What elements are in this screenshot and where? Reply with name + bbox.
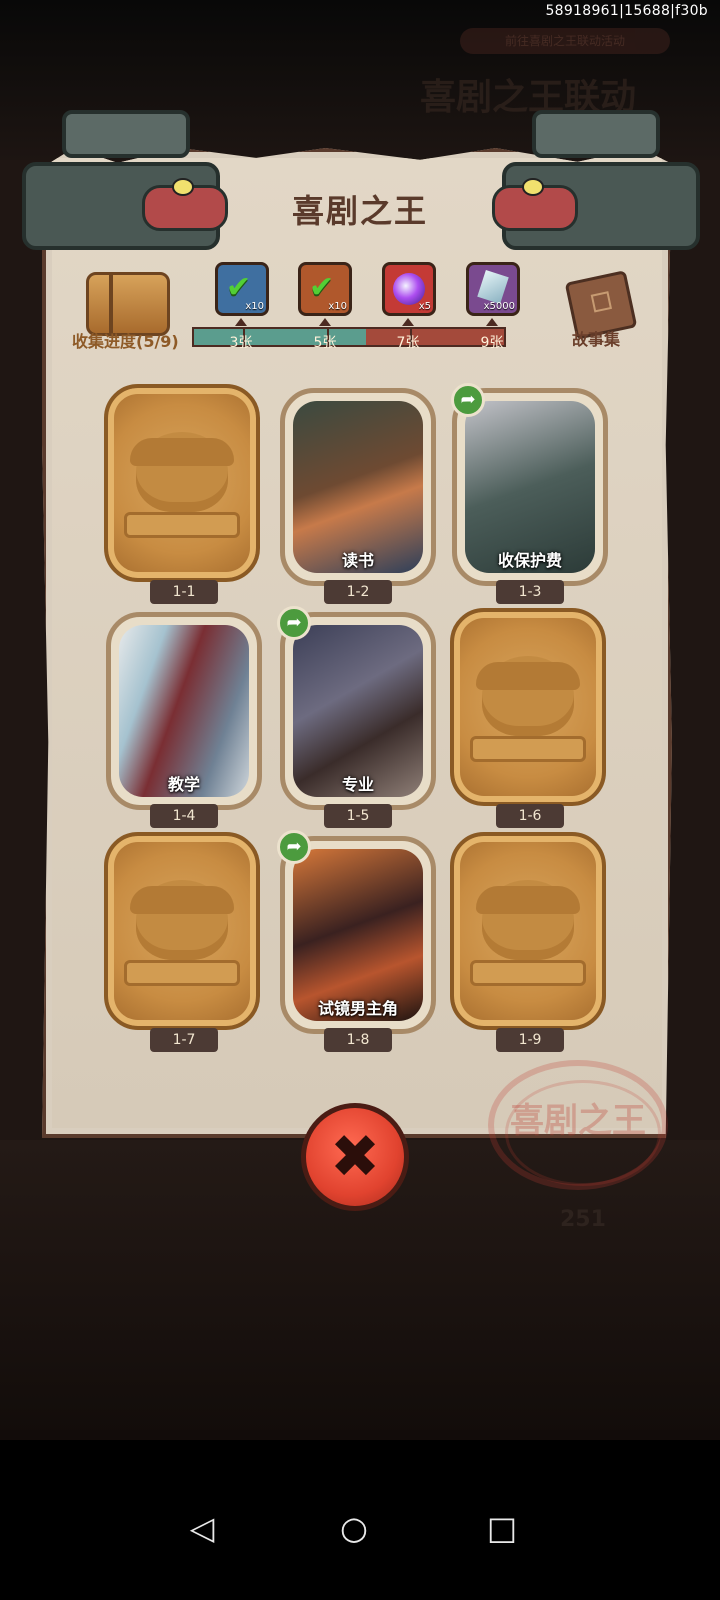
card-1-2[interactable]: 读书	[280, 388, 436, 586]
share-arrow-icon[interactable]: ➦	[277, 830, 311, 864]
collection-book-icon	[86, 272, 170, 336]
card-title: 试镜男主角	[317, 999, 398, 1018]
card-title: 读书	[341, 551, 374, 570]
locked-silhouette-icon	[476, 656, 580, 736]
card-label: 1-7	[150, 1028, 218, 1052]
locked-silhouette-icon	[130, 432, 234, 512]
story-collection-button[interactable]: 故事集	[572, 326, 620, 350]
card-banner	[124, 960, 240, 986]
card-banner	[124, 512, 240, 538]
milestone-marker	[402, 318, 414, 326]
card-1-5[interactable]: 专业	[280, 612, 436, 810]
share-arrow-icon[interactable]: ➦	[451, 383, 485, 417]
background-count: 251	[560, 1207, 606, 1232]
reward-qty: x5	[418, 301, 431, 312]
card-title: 教学	[167, 775, 200, 794]
card-1-4[interactable]: 教学	[106, 612, 262, 810]
card-1-6-locked[interactable]	[450, 608, 606, 806]
milestone-marker	[319, 318, 331, 326]
milestone-label: 7张	[396, 335, 420, 351]
card-title: 专业	[341, 775, 374, 794]
camera-right-icon	[462, 100, 700, 260]
card-label: 1-9	[496, 1028, 564, 1052]
card-1-3[interactable]: 收保护费	[452, 388, 608, 586]
claimed-check-icon: ✔	[309, 270, 335, 305]
card-label: 1-3	[496, 580, 564, 604]
card-label: 1-2	[324, 580, 392, 604]
home-icon[interactable]: ○	[334, 1508, 374, 1548]
stamp-logo: 喜剧之王	[488, 1060, 668, 1190]
locked-silhouette-icon	[476, 880, 580, 960]
progress-fill	[194, 329, 367, 345]
reward-4-crystal-gem-icon[interactable]: x5000	[466, 262, 520, 316]
card-banner	[470, 736, 586, 762]
card-label: 1-6	[496, 804, 564, 828]
reward-qty: x5000	[483, 301, 515, 312]
status-watermark: 58918961|15688|f30b	[545, 3, 708, 19]
camera-left-icon	[22, 100, 252, 260]
share-arrow-icon[interactable]: ➦	[277, 606, 311, 640]
card-title: 收保护费	[497, 551, 562, 570]
back-icon[interactable]: ◁	[182, 1508, 222, 1548]
milestone-label: 5张	[313, 335, 337, 351]
card-1-7-locked[interactable]	[104, 832, 260, 1030]
card-1-1-locked[interactable]	[104, 384, 260, 582]
card-label: 1-5	[324, 804, 392, 828]
card-label: 1-8	[324, 1028, 392, 1052]
reward-1-ticket-card-icon[interactable]: ✔ x10	[215, 262, 269, 316]
milestone-label: 3张	[229, 335, 253, 351]
milestone-marker	[235, 318, 247, 326]
claimed-check-icon: ✔	[226, 270, 252, 305]
close-button[interactable]: ✖	[301, 1103, 409, 1211]
card-1-9-locked[interactable]	[450, 832, 606, 1030]
panel-title: 喜剧之王	[291, 192, 428, 230]
milestone-marker	[486, 318, 498, 326]
close-x-icon: ✖	[329, 1122, 381, 1192]
reward-3-magic-orb-icon[interactable]: x5	[382, 262, 436, 316]
reward-qty: x10	[328, 301, 347, 312]
background-notice: 前往喜剧之王联动活动	[460, 28, 670, 54]
reward-qty: x10	[245, 301, 264, 312]
card-banner	[470, 960, 586, 986]
card-label: 1-4	[150, 804, 218, 828]
locked-silhouette-icon	[130, 880, 234, 960]
card-1-8[interactable]: 试镜男主角	[280, 836, 436, 1034]
collection-progress-label: 收集进度(5/9)	[72, 332, 179, 351]
reward-2-ticket-card-icon[interactable]: ✔ x10	[298, 262, 352, 316]
milestone-label: 9张	[480, 335, 504, 351]
card-label: 1-1	[150, 580, 218, 604]
recents-icon[interactable]: □	[482, 1508, 522, 1548]
crystal-gem-icon	[477, 269, 509, 305]
